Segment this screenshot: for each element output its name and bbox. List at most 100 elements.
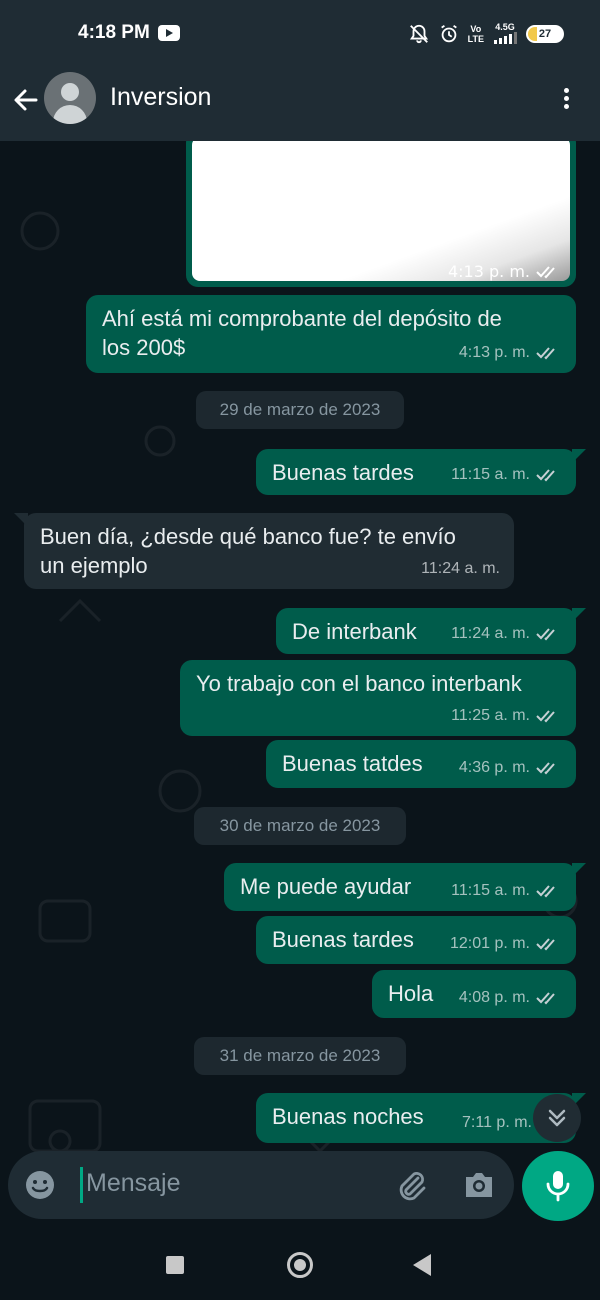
chat-header: Inversion (0, 68, 600, 141)
message-meta: 11:15 a. m. (451, 460, 562, 489)
message-text: Buenas tatdes (282, 751, 423, 776)
message-text: Buenas tardes (272, 460, 414, 485)
double-check-icon (536, 346, 555, 359)
message-text: Hola (388, 981, 434, 1006)
avatar-body (53, 105, 87, 124)
double-check-icon (536, 627, 555, 640)
double-check-icon (536, 709, 555, 722)
microphone-button[interactable] (522, 1151, 594, 1221)
avatar[interactable] (44, 72, 96, 124)
outgoing-message[interactable]: Yo trabajo con el banco interbank 11:25 … (180, 660, 576, 736)
status-time: 4:18 PM (78, 22, 150, 43)
message-line: los 200$ (102, 335, 186, 360)
message-meta: 4:08 p. m. (459, 983, 562, 1012)
volte-indicator: Vo LTE (468, 24, 484, 44)
message-meta: 11:24 a. m. (451, 619, 562, 648)
bubble-tail (14, 513, 28, 527)
contact-name[interactable]: Inversion (110, 83, 211, 112)
outgoing-message[interactable]: Buenas noches 7:11 p. m. (256, 1093, 586, 1143)
message-time: 11:15 a. m. (451, 882, 530, 899)
battery-percent: 27 (538, 28, 552, 40)
paperclip-icon[interactable] (394, 1169, 428, 1203)
outgoing-message[interactable]: De interbank 11:24 a. m. (276, 608, 586, 654)
bubble-tail (572, 863, 586, 877)
double-check-icon (536, 761, 555, 774)
message-time: 11:24 a. m. (421, 560, 500, 577)
message-line: Buen día, ¿desde qué banco fue? te envío (40, 524, 456, 549)
double-check-icon (536, 884, 555, 897)
microphone-icon (546, 1171, 570, 1202)
alarm-icon (440, 24, 457, 43)
bubble-tail (572, 608, 586, 622)
signal-indicator: 4.5G (492, 22, 518, 46)
bubble-tail (572, 449, 586, 463)
message-input[interactable]: Mensaje (86, 1169, 181, 1198)
signal-bars-icon (494, 32, 517, 44)
message-meta: 4:13 p. m. (448, 262, 562, 281)
message-time: 12:01 p. m. (449, 935, 530, 952)
date-separator: 29 de marzo de 2023 (196, 391, 404, 429)
battery-fill (528, 27, 538, 41)
home-button[interactable] (287, 1252, 313, 1278)
message-meta: 7:11 p. m. (462, 1108, 532, 1137)
message-composer[interactable]: Mensaje (8, 1151, 514, 1219)
message-meta: 4:13 p. m. (459, 338, 562, 367)
message-text: Buenas noches (272, 1104, 424, 1129)
image-attachment[interactable] (192, 141, 570, 281)
message-text: Ahí está mi comprobante del depósito de … (102, 304, 502, 362)
message-line: Ahí está mi comprobante del depósito de (102, 306, 502, 331)
arrow-left-icon[interactable] (10, 84, 42, 116)
message-list[interactable]: 4:13 p. m. Ahí está mi comprobante del d… (0, 141, 600, 1221)
volte-top: Vo (470, 24, 482, 34)
message-time: 4:36 p. m. (458, 759, 530, 776)
outgoing-message[interactable]: Ahí está mi comprobante del depósito de … (86, 295, 576, 373)
message-text: De interbank (292, 619, 417, 644)
double-check-icon (536, 468, 555, 481)
scroll-to-bottom-button[interactable] (533, 1094, 581, 1142)
message-time: 7:11 p. m. (462, 1114, 532, 1131)
chevron-double-down-icon (548, 1109, 566, 1127)
double-check-icon (536, 265, 555, 278)
message-time: 4:08 p. m. (458, 989, 530, 1006)
network-generation: 4.5G (495, 22, 515, 32)
camera-icon[interactable] (462, 1169, 496, 1201)
message-time: 4:13 p. m. (458, 344, 530, 361)
notifications-off-icon (409, 24, 428, 44)
status-bar: 4:18 PM Vo LTE 4.5G 27 (0, 0, 600, 68)
message-text: Buen día, ¿desde qué banco fue? te envío… (40, 522, 456, 580)
volte-bottom: LTE (467, 34, 484, 44)
date-separator: 30 de marzo de 2023 (194, 807, 406, 845)
status-icons: Vo LTE 4.5G 27 (408, 22, 564, 46)
message-time: 4:13 p. m. (447, 262, 530, 281)
outgoing-message[interactable]: Buenas tatdes 4:36 p. m. (266, 740, 576, 788)
text-caret (80, 1167, 83, 1203)
outgoing-message[interactable]: Me puede ayudar 11:15 a. m. (224, 863, 586, 911)
message-time: 11:24 a. m. (451, 625, 530, 642)
message-meta: 11:15 a. m. (451, 876, 562, 905)
message-text: Yo trabajo con el banco interbank (196, 671, 522, 696)
emoji-icon[interactable] (24, 1169, 56, 1201)
message-text: Me puede ayudar (240, 874, 412, 899)
more-vertical-icon[interactable] (560, 86, 572, 112)
date-separator: 31 de marzo de 2023 (194, 1037, 406, 1075)
outgoing-message[interactable]: Hola 4:08 p. m. (372, 970, 576, 1018)
system-navigation-bar (0, 1225, 600, 1300)
incoming-message[interactable]: Buen día, ¿desde qué banco fue? te envío… (14, 513, 514, 589)
message-time: 11:15 a. m. (451, 466, 530, 483)
avatar-head (61, 83, 79, 101)
message-meta: 11:24 a. m. (421, 554, 500, 583)
message-line: un ejemplo (40, 553, 148, 578)
message-meta: 4:36 p. m. (459, 753, 562, 782)
battery-indicator: 27 (526, 25, 564, 43)
youtube-notification-icon (158, 25, 180, 41)
image-message[interactable]: 4:13 p. m. (186, 141, 576, 287)
message-time: 11:25 a. m. (451, 707, 530, 724)
double-check-icon (536, 937, 555, 950)
recents-button[interactable] (166, 1256, 184, 1274)
outgoing-message[interactable]: Buenas tardes 12:01 p. m. (256, 916, 576, 964)
message-meta: 12:01 p. m. (450, 929, 562, 958)
system-back-button[interactable] (413, 1254, 431, 1276)
outgoing-message[interactable]: Buenas tardes 11:15 a. m. (256, 449, 586, 495)
message-meta: 11:25 a. m. (451, 701, 562, 730)
double-check-icon (536, 991, 555, 1004)
